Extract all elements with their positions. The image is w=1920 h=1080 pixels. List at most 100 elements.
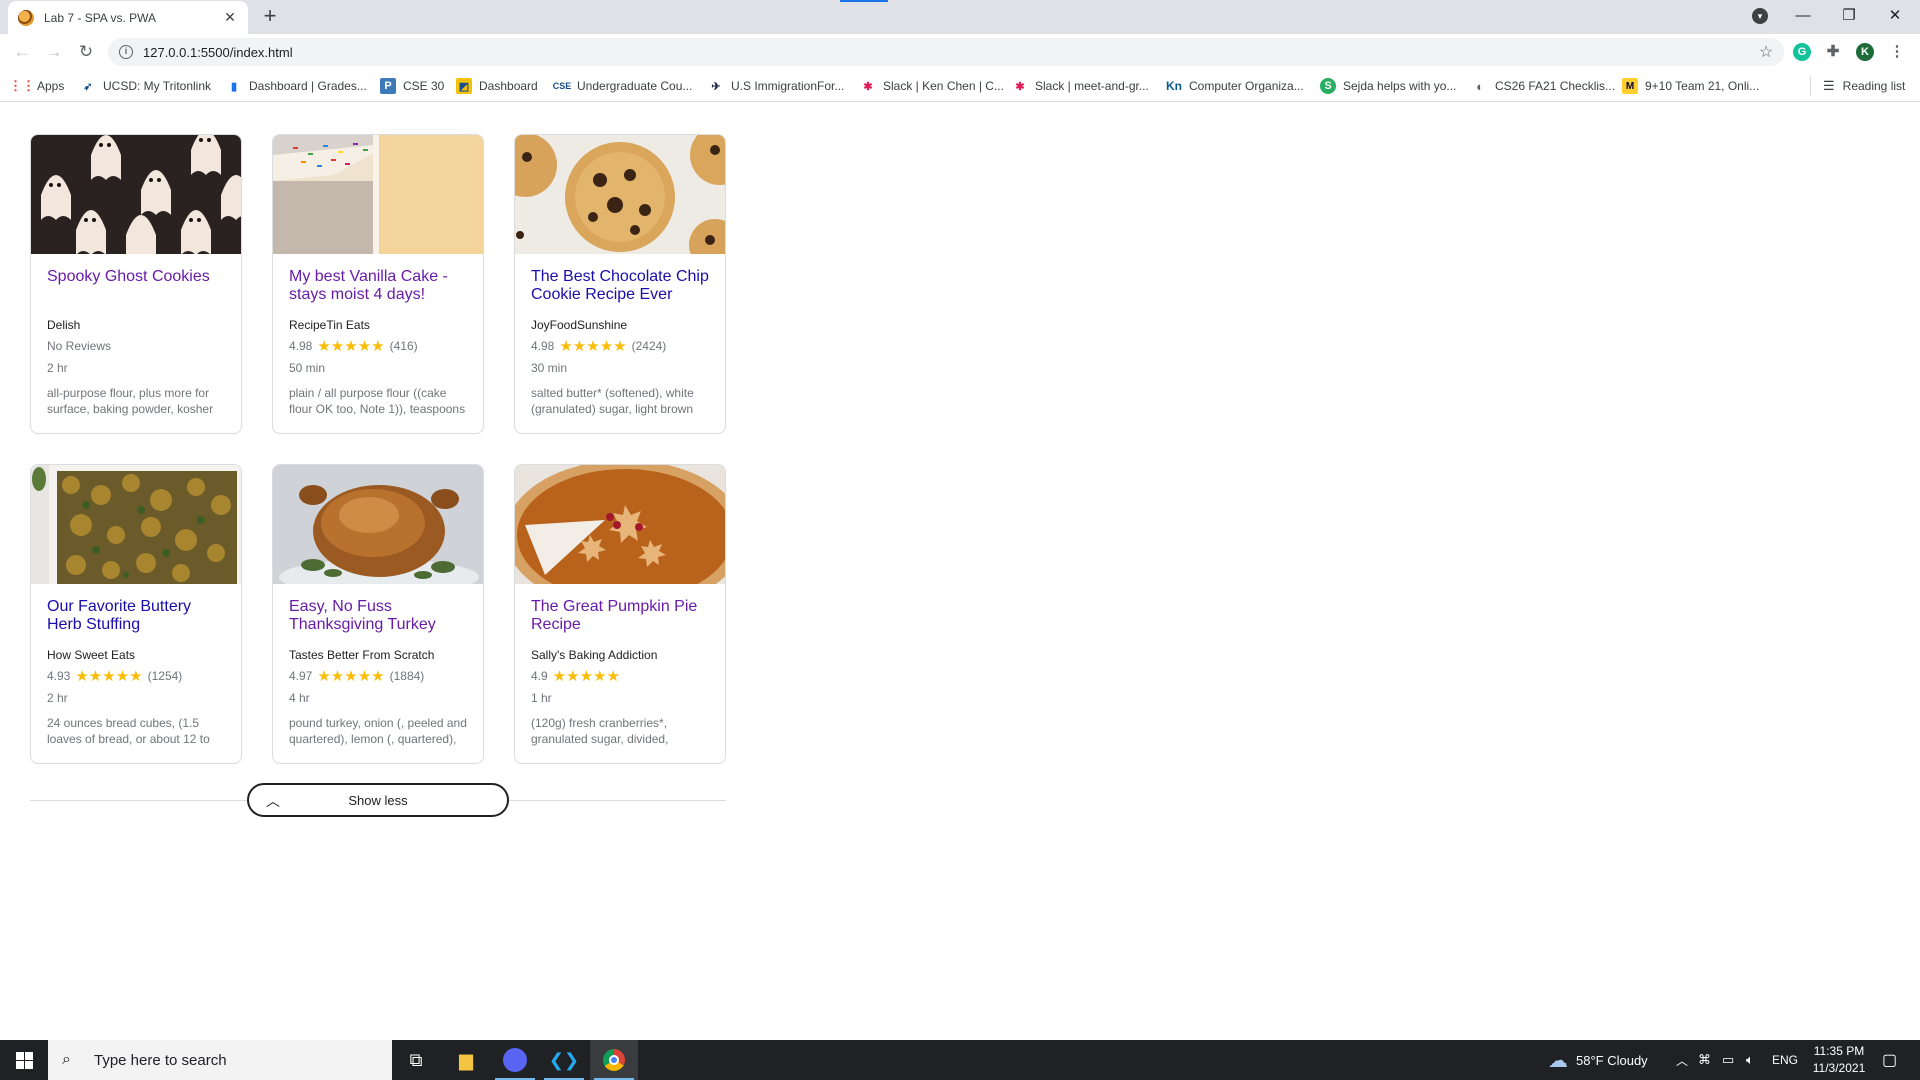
show-hidden-icons-chevron-icon[interactable]: ︿ — [1676, 1040, 1688, 1080]
bookmark-apps[interactable]: ⋮⋮ Apps — [9, 76, 64, 96]
volume-icon[interactable]: 🔈︎ — [1746, 1040, 1754, 1080]
rating-value: No Reviews — [47, 339, 112, 353]
battery-icon[interactable]: ▭ — [1722, 1040, 1734, 1080]
chevron-up-icon: ︿ — [266, 793, 280, 809]
bookmark-tritonlink[interactable]: ➶ UCSD: My Tritonlink — [80, 76, 211, 96]
recipe-card[interactable]: Spooky Ghost Cookies Delish No Reviews 2… — [30, 134, 242, 434]
grammarly-extension-icon[interactable]: G — [1793, 43, 1811, 61]
recipe-card[interactable]: The Great Pumpkin Pie Recipe Sally's Bak… — [514, 464, 726, 764]
recipe-title[interactable]: Our Favorite Buttery Herb Stuffing — [47, 598, 225, 648]
bookmark-label: CSE 30 — [403, 79, 445, 93]
miro-icon: M — [1622, 78, 1638, 94]
minimize-button[interactable]: — — [1780, 0, 1826, 30]
recipe-org: How Sweet Eats — [47, 648, 136, 662]
vscode-app-icon[interactable]: ❮❯ — [540, 1040, 588, 1080]
weather-widget[interactable]: ☁ 58°F Cloudy — [1548, 1040, 1648, 1080]
tab-search-icon[interactable]: ▾ — [1752, 8, 1768, 24]
recipe-image-pumpkin-pie — [515, 465, 725, 584]
recipe-title[interactable]: The Best Chocolate Chip Cookie Recipe Ev… — [531, 268, 709, 318]
review-count: (2424) — [631, 339, 667, 353]
language-indicator[interactable]: ENG — [1772, 1040, 1798, 1080]
bookmark-cse30[interactable]: P CSE 30 — [380, 76, 444, 96]
rating-stars-icon: ★★★★★ — [317, 668, 385, 685]
recipe-title[interactable]: Spooky Ghost Cookies — [47, 268, 225, 318]
recipe-org: Delish — [47, 318, 81, 332]
bookmark-label: Sejda helps with yo... — [1343, 79, 1457, 93]
review-count: (1884) — [389, 669, 425, 683]
search-placeholder: Type here to search — [94, 1051, 227, 1069]
site-info-icon[interactable]: i — [119, 45, 133, 59]
recipe-ingredients: salted butter* (softened), white (granul… — [531, 386, 694, 416]
recipe-title[interactable]: Easy, No Fuss Thanksgiving Turkey — [289, 598, 467, 648]
search-icon: ⌕ — [62, 1051, 71, 1068]
forward-arrow-icon[interactable]: → — [42, 40, 66, 64]
rating-stars-icon: ★★★★★ — [559, 338, 627, 355]
close-window-button[interactable]: ✕ — [1872, 0, 1918, 30]
bookmark-sejda[interactable]: S Sejda helps with yo... — [1320, 76, 1456, 96]
browser-tab[interactable]: Lab 7 - SPA vs. PWA ✕ — [8, 1, 248, 34]
page-content: Spooky Ghost Cookies Delish No Reviews 2… — [0, 103, 1920, 1040]
url-text[interactable]: 127.0.0.1:5500/index.html — [143, 45, 1752, 60]
bookmarks-bar: ⋮⋮ Apps ➶ UCSD: My Tritonlink ▮ Dashboar… — [0, 70, 1920, 102]
tab-title: Lab 7 - SPA vs. PWA — [44, 10, 157, 25]
rating-value: 4.97 — [289, 669, 313, 683]
task-view-icon[interactable]: ⧉ — [392, 1040, 440, 1080]
bookmark-computer-organization[interactable]: Kn Computer Organiza... — [1166, 76, 1304, 96]
bookmark-grades-dashboard[interactable]: ▮ Dashboard | Grades... — [226, 76, 367, 96]
apps-grid-icon: ⋮⋮ — [9, 78, 35, 93]
windows-start-button[interactable] — [0, 1040, 48, 1080]
recipe-card[interactable]: The Best Chocolate Chip Cookie Recipe Ev… — [514, 134, 726, 434]
recipe-rating: 4.97 ★★★★★ (1884) — [289, 669, 467, 684]
address-bar[interactable]: i 127.0.0.1:5500/index.html ☆ — [108, 38, 1784, 66]
tab-close-icon[interactable]: ✕ — [222, 9, 238, 26]
bookmark-slack-ken[interactable]: ✱ Slack | Ken Chen | C... — [860, 76, 1004, 96]
bookmark-star-icon[interactable]: ☆ — [1752, 42, 1780, 62]
taskbar-clock[interactable]: 11:35 PM 11/3/2021 — [1804, 1043, 1874, 1077]
cookie-favicon-icon — [18, 9, 34, 26]
bookmark-miro[interactable]: M 9+10 Team 21, Onli... — [1622, 76, 1759, 96]
recipe-card[interactable]: Our Favorite Buttery Herb Stuffing How S… — [30, 464, 242, 764]
recipe-ingredients: all-purpose flour, plus more for surface… — [47, 386, 214, 416]
recipe-time: 50 min — [289, 361, 326, 375]
file-explorer-icon[interactable]: ▆ — [442, 1040, 490, 1080]
notification-center-icon[interactable]: ▢ — [1882, 1040, 1897, 1080]
rating-value: 4.98 — [531, 339, 555, 353]
network-icon[interactable]: ⌘ — [1698, 1040, 1711, 1080]
bookmark-label: Dashboard | Grades... — [249, 79, 367, 93]
windows-taskbar: ⌕ Type here to search ⧉ ▆ ❮❯ ☁ 58°F Clou… — [0, 1040, 1920, 1080]
sejda-icon: S — [1320, 78, 1336, 94]
bookmark-immigration[interactable]: ✈ U.S ImmigrationFor... — [708, 76, 844, 96]
recipe-title[interactable]: The Great Pumpkin Pie Recipe — [531, 598, 709, 648]
taskbar-search-input[interactable]: ⌕ Type here to search — [48, 1040, 392, 1080]
recipe-time: 30 min — [531, 361, 568, 375]
back-arrow-icon[interactable]: ← — [10, 40, 34, 64]
recipe-card[interactable]: Easy, No Fuss Thanksgiving Turkey Tastes… — [272, 464, 484, 764]
reload-icon[interactable]: ↻ — [74, 40, 98, 64]
bookmark-cs26[interactable]: ◐ CS26 FA21 Checklis... — [1472, 76, 1615, 96]
chrome-app-icon[interactable] — [590, 1040, 638, 1080]
bookmark-label: Undergraduate Cou... — [577, 79, 693, 93]
rating-stars-icon: ★★★★★ — [75, 668, 143, 685]
recipe-time: 1 hr — [531, 691, 552, 705]
bookmark-label: U.S ImmigrationFor... — [731, 79, 845, 93]
restore-button[interactable]: ❐ — [1826, 0, 1872, 30]
reading-list-button[interactable]: ☰ Reading list — [1810, 76, 1905, 96]
cloud-icon: ☁ — [1548, 1049, 1568, 1072]
new-tab-button[interactable]: + — [258, 5, 282, 29]
slack-icon: ✱ — [863, 80, 873, 93]
bookmark-slack-meet[interactable]: ✱ Slack | meet-and-gr... — [1012, 76, 1148, 96]
bookmark-undergraduate[interactable]: CSE Undergraduate Cou... — [553, 76, 693, 96]
slack-icon: ✱ — [1015, 80, 1025, 93]
discord-app-icon[interactable] — [491, 1040, 539, 1080]
recipe-card[interactable]: My best Vanilla Cake - stays moist 4 day… — [272, 134, 484, 434]
show-less-button[interactable]: ︿ Show less — [247, 783, 509, 817]
recipe-ingredients: 24 ounces bread cubes, (1.5 loaves of br… — [47, 716, 210, 746]
bookmark-canvas-dashboard[interactable]: ◩ Dashboard — [456, 76, 538, 96]
recipe-time: 2 hr — [47, 361, 68, 375]
recipe-title[interactable]: My best Vanilla Cake - stays moist 4 day… — [289, 268, 467, 318]
profile-avatar[interactable]: K — [1856, 43, 1874, 61]
recipe-image-chocolate-chip-cookie — [515, 135, 725, 254]
review-count: (416) — [389, 339, 418, 353]
menu-kebab-icon[interactable]: ⋮ — [1888, 43, 1906, 61]
extensions-puzzle-icon[interactable]: ✚ — [1824, 43, 1842, 61]
